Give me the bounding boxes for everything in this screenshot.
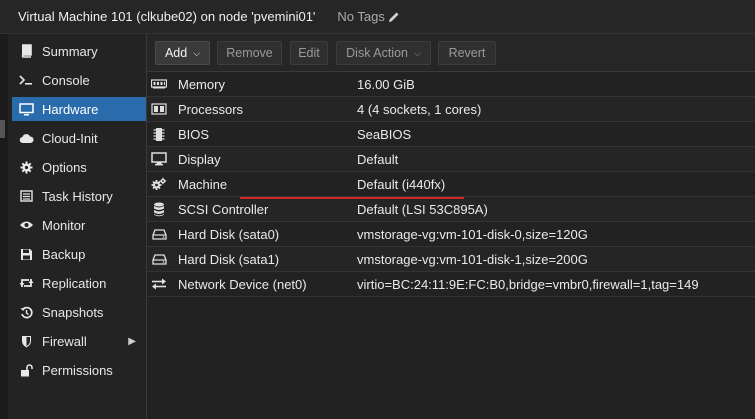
floppy-icon: [18, 246, 34, 262]
terminal-icon: [18, 72, 34, 88]
table-row[interactable]: Memory 16.00 GiB: [147, 72, 755, 97]
table-row[interactable]: Network Device (net0) virtio=BC:24:11:9E…: [147, 272, 755, 297]
remove-button[interactable]: Remove: [217, 41, 282, 65]
table-row[interactable]: Display Default: [147, 147, 755, 172]
row-key: Hard Disk (sata1): [178, 251, 280, 267]
hdd-icon: [151, 226, 167, 242]
retweet-icon: [18, 275, 34, 291]
chevron-down-icon: ⌵: [193, 47, 201, 58]
sidebar-item-options[interactable]: Options: [12, 155, 146, 179]
add-button[interactable]: Add ⌵: [155, 41, 210, 65]
cloud-icon: [18, 130, 34, 146]
row-value: 16.00 GiB: [357, 76, 415, 92]
table-row[interactable]: Processors 4 (4 sockets, 1 cores): [147, 97, 755, 122]
row-key: Machine: [178, 176, 228, 192]
database-icon: [151, 201, 167, 217]
table-row[interactable]: SCSI Controller Default (LSI 53C895A): [147, 197, 755, 222]
row-key: Display: [178, 151, 221, 167]
row-key: Memory: [178, 76, 225, 92]
row-key: Processors: [178, 101, 244, 117]
sidebar-item-label: Hardware: [42, 101, 99, 117]
row-value: Default (i440fx): [357, 176, 446, 192]
sidebar-item-task-history[interactable]: Task History: [12, 184, 146, 208]
tags-label[interactable]: No Tags: [337, 9, 384, 24]
list-icon: [18, 188, 34, 204]
row-key: Network Device (net0): [178, 276, 307, 292]
cogs-icon: [151, 176, 167, 192]
table-row[interactable]: Hard Disk (sata0) vmstorage-vg:vm-101-di…: [147, 222, 755, 247]
shield-icon: [18, 333, 34, 349]
monitor-icon: [18, 101, 34, 117]
sidebar-item-backup[interactable]: Backup: [12, 242, 146, 266]
row-value: 4 (4 sockets, 1 cores): [357, 101, 482, 117]
sidebar-item-summary[interactable]: Summary: [12, 39, 146, 63]
sidebar-item-replication[interactable]: Replication: [12, 271, 146, 295]
table-row[interactable]: Hard Disk (sata1) vmstorage-vg:vm-101-di…: [147, 247, 755, 272]
revert-button[interactable]: Revert: [438, 41, 496, 65]
row-key: BIOS: [178, 126, 210, 142]
table-row[interactable]: Machine Default (i440fx): [147, 172, 755, 197]
sidebar-item-monitor[interactable]: Monitor: [12, 213, 146, 237]
row-key: Hard Disk (sata0): [178, 226, 280, 242]
sidebar-item-label: Monitor: [42, 217, 86, 233]
pencil-icon[interactable]: [388, 11, 400, 23]
sidebar-item-label: Backup: [42, 246, 86, 262]
book-icon: [18, 43, 34, 59]
row-value: Default (LSI 53C895A): [357, 201, 488, 217]
eye-icon: [18, 217, 34, 233]
memory-icon: [151, 76, 167, 92]
collapse-handle[interactable]: [0, 120, 5, 138]
exchange-icon: [151, 276, 167, 292]
desktop-icon: [151, 151, 167, 167]
sidebar-item-permissions[interactable]: Permissions: [12, 358, 146, 382]
expand-arrow-icon[interactable]: ▶: [128, 336, 136, 347]
toolbar: Add ⌵ Remove Edit Disk Action ⌵ Revert: [147, 34, 755, 72]
table-row[interactable]: BIOS SeaBIOS: [147, 122, 755, 147]
sidebar-item-label: Console: [42, 72, 90, 88]
sidebar-item-label: Replication: [42, 275, 107, 291]
gear-icon: [18, 159, 34, 175]
sidebar: Summary Console Hardware Cloud-Init Opti…: [8, 34, 147, 419]
cpu-icon: [151, 101, 167, 117]
history-icon: [18, 304, 34, 320]
left-panel-edge: [0, 34, 8, 419]
edit-button-label: Edit: [298, 46, 320, 60]
sidebar-item-label: Summary: [42, 43, 98, 59]
row-value: vmstorage-vg:vm-101-disk-1,size=200G: [357, 251, 588, 267]
vm-title: Virtual Machine 101 (clkube02) on node '…: [18, 9, 316, 24]
add-button-label: Add: [164, 46, 188, 60]
sidebar-item-hardware[interactable]: Hardware: [12, 97, 146, 121]
title-bar: Virtual Machine 101 (clkube02) on node '…: [0, 0, 755, 34]
disk-action-button-label: Disk Action: [346, 46, 408, 60]
sidebar-item-snapshots[interactable]: Snapshots: [12, 300, 146, 324]
sidebar-item-firewall[interactable]: Firewall ▶: [12, 329, 146, 353]
unlock-icon: [18, 362, 34, 378]
sidebar-item-label: Snapshots: [42, 304, 104, 320]
sidebar-item-cloud-init[interactable]: Cloud-Init: [12, 126, 146, 150]
row-value: vmstorage-vg:vm-101-disk-0,size=120G: [357, 226, 588, 242]
sidebar-item-label: Firewall: [42, 333, 87, 349]
row-value: virtio=BC:24:11:9E:FC:B0,bridge=vmbr0,fi…: [357, 276, 699, 292]
edit-button[interactable]: Edit: [290, 41, 328, 65]
hdd-icon: [151, 251, 167, 267]
annotation-underline: [240, 197, 464, 199]
remove-button-label: Remove: [226, 46, 273, 60]
disk-action-button[interactable]: Disk Action ⌵: [336, 41, 431, 65]
revert-button-label: Revert: [448, 46, 486, 60]
sidebar-item-label: Task History: [42, 188, 113, 204]
hardware-grid: Memory 16.00 GiB Processors 4 (4 sockets…: [147, 72, 755, 297]
sidebar-item-console[interactable]: Console: [12, 68, 146, 92]
chip-icon: [151, 126, 167, 142]
sidebar-item-label: Cloud-Init: [42, 130, 98, 146]
sidebar-item-label: Options: [42, 159, 87, 175]
row-value: SeaBIOS: [357, 126, 412, 142]
row-key: SCSI Controller: [178, 201, 269, 217]
row-value: Default: [357, 151, 399, 167]
chevron-down-icon: ⌵: [414, 47, 421, 58]
sidebar-item-label: Permissions: [42, 362, 113, 378]
